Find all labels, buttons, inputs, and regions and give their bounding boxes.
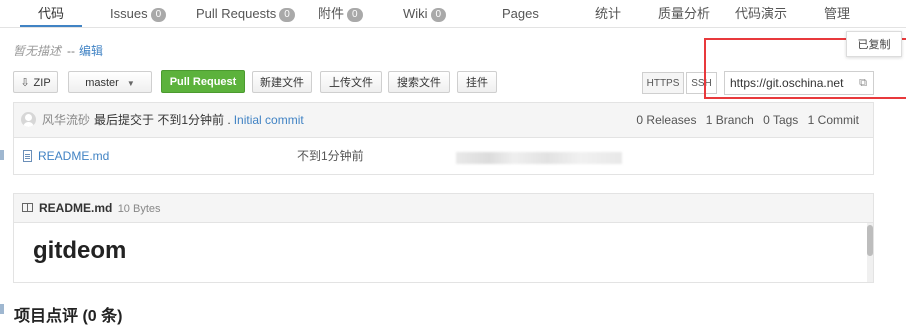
search-file-label: 搜索文件	[397, 77, 441, 89]
pull-request-label: Pull Request	[169, 76, 237, 88]
readme-size: 10 Bytes	[117, 203, 161, 215]
commits-link[interactable]: 1 Commit	[808, 113, 859, 127]
clone-url-field[interactable]: https://git.oschina.net ⧉	[724, 71, 874, 95]
copied-tooltip: 已复制	[846, 31, 902, 57]
upload-file-button[interactable]: 上传文件	[320, 71, 382, 93]
file-name-link[interactable]: README.md	[38, 138, 109, 174]
commit-link[interactable]: Initial commit	[234, 113, 304, 127]
repo-nav-tabs: 代码 Issues 0 Pull Requests 0 附件 0 Wiki 0 Page…	[0, 0, 906, 27]
readme-filename: README.md	[39, 201, 113, 215]
clone-url-text: https://git.oschina.net	[730, 76, 844, 90]
https-toggle[interactable]: HTTPS	[642, 72, 684, 94]
table-row[interactable]: README.md 不到1分钟前	[14, 138, 873, 175]
new-file-button[interactable]: 新建文件	[252, 71, 312, 93]
edit-description-link[interactable]: 编辑	[79, 44, 103, 58]
tab-stats[interactable]: 统计	[595, 0, 621, 27]
file-icon	[23, 150, 32, 162]
copied-tooltip-text: 已复制	[857, 39, 891, 51]
tab-pages-label: Pages	[502, 6, 539, 21]
branch-select[interactable]: master ▼	[68, 71, 152, 93]
readme-header: README.md 10 Bytes	[14, 194, 873, 223]
branches-link[interactable]: 1 Branch	[706, 113, 754, 127]
tab-wiki-label: Wiki	[403, 6, 428, 21]
branch-name: master	[85, 77, 119, 89]
avatar[interactable]	[21, 112, 36, 127]
issues-count-badge: 0	[150, 8, 167, 22]
file-list-panel: 风华流砂 最后提交于 不到1分钟前 . Initial commit 0 Relea…	[13, 102, 874, 175]
tab-manage-label: 管理	[824, 6, 851, 21]
readme-title: README.md 10 Bytes	[39, 194, 161, 223]
file-updated-time: 不到1分钟前	[297, 149, 364, 163]
tab-code-demo-label: 代码演示	[735, 6, 788, 21]
review-section-title: 项目点评 (0 条)	[14, 308, 123, 325]
left-edge-marker	[0, 150, 4, 160]
tab-wiki[interactable]: Wiki 0	[403, 0, 447, 27]
tags-link[interactable]: 0 Tags	[763, 113, 798, 127]
blurred-commit-message	[456, 152, 622, 164]
pull-requests-count-badge: 0	[279, 8, 295, 22]
tab-quality-analysis-label: 质量分析	[658, 6, 711, 21]
tab-issues-label: Issues	[110, 6, 148, 21]
upload-file-label: 上传文件	[329, 77, 373, 89]
description-text: 暂无描述	[13, 44, 62, 58]
plugin-button[interactable]: 挂件	[457, 71, 497, 93]
tab-pages[interactable]: Pages	[502, 0, 539, 27]
download-zip-button[interactable]: ⇩ ZIP	[13, 71, 58, 93]
description-separator: --	[67, 44, 76, 58]
pull-request-button[interactable]: Pull Request	[161, 70, 245, 93]
tab-code[interactable]: 代码	[19, 0, 83, 27]
tab-stats-label: 统计	[595, 6, 622, 21]
zip-label: ZIP	[33, 77, 51, 89]
tab-attachments-label: 附件	[318, 6, 345, 21]
repo-stats: 0 Releases 1 Branch 0 Tags 1 Commit	[630, 103, 859, 137]
nav-divider	[0, 27, 906, 28]
tab-pull-requests[interactable]: Pull Requests 0	[196, 0, 295, 27]
download-icon: ⇩	[20, 77, 30, 89]
chevron-down-icon: ▼	[126, 79, 135, 88]
search-file-button[interactable]: 搜索文件	[388, 71, 450, 93]
plugin-label: 挂件	[466, 77, 488, 89]
last-commit-bar: 风华流砂 最后提交于 不到1分钟前 . Initial commit 0 Relea…	[14, 103, 873, 138]
left-edge-marker	[0, 304, 4, 314]
https-label: HTTPS	[646, 78, 680, 89]
tab-code-label: 代码	[38, 6, 65, 21]
releases-link[interactable]: 0 Releases	[636, 113, 696, 127]
book-icon	[22, 203, 33, 212]
commit-message: 最后提交于 不到1分钟前 .	[94, 113, 231, 127]
copy-icon[interactable]: ⧉	[859, 72, 867, 94]
commit-author[interactable]: 风华流砂	[42, 113, 90, 127]
tab-pull-requests-label: Pull Requests	[196, 6, 277, 21]
new-file-label: 新建文件	[260, 77, 304, 89]
readme-heading: gitdeom	[33, 237, 127, 264]
ssh-toggle[interactable]: SSH	[686, 72, 717, 94]
tab-manage[interactable]: 管理	[824, 0, 850, 27]
readme-scrollbar-thumb[interactable]	[867, 225, 873, 256]
tab-quality-analysis[interactable]: 质量分析	[658, 0, 710, 27]
tab-attachments[interactable]: 附件 0	[318, 0, 363, 27]
ssh-label: SSH	[691, 78, 712, 89]
attachments-count-badge: 0	[347, 8, 363, 22]
tab-issues[interactable]: Issues 0	[110, 0, 167, 27]
tab-code-demo[interactable]: 代码演示	[735, 0, 787, 27]
last-commit-info: 风华流砂 最后提交于 不到1分钟前 . Initial commit	[42, 103, 304, 137]
readme-panel: README.md 10 Bytes gitdeom	[13, 193, 874, 283]
wiki-count-badge: 0	[430, 8, 447, 22]
repo-description: 暂无描述 -- 编辑	[13, 42, 103, 59]
